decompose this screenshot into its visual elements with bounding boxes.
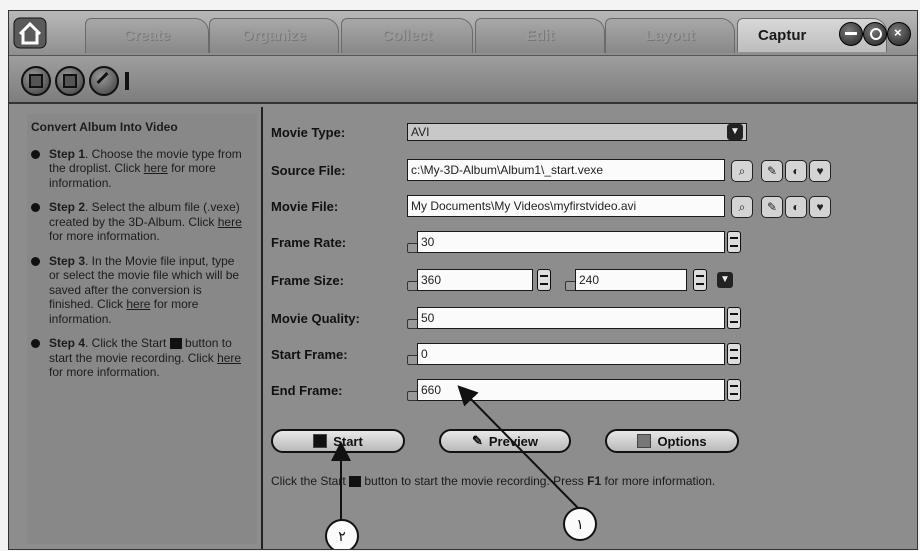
annotation-marker-2: ٢ (325, 519, 359, 549)
annotation-arrows (331, 385, 580, 521)
arrow-to-end-frame (457, 385, 580, 510)
annotation-marker-1: ١ (563, 507, 597, 541)
app-window: Create Organize Collect Edit Layout Capt… (8, 10, 918, 550)
